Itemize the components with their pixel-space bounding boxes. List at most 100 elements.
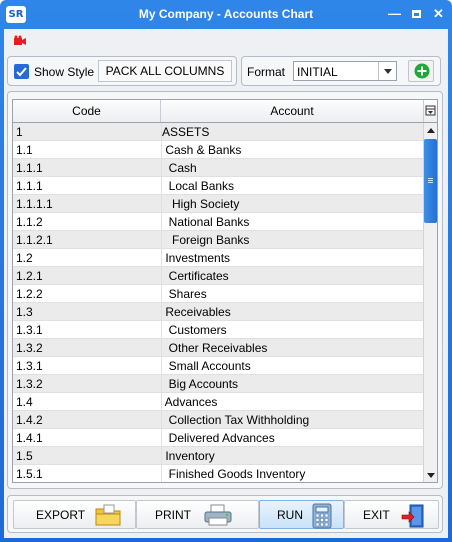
table-row[interactable]: 1.1.2 National Banks <box>13 213 423 231</box>
table-row[interactable]: 1.3.1 Customers <box>13 321 423 339</box>
account-cell[interactable]: Inventory <box>161 447 422 464</box>
format-label: Format <box>247 65 286 79</box>
scroll-up-icon[interactable] <box>424 123 437 137</box>
table-row[interactable]: 1 ASSETS <box>13 123 423 141</box>
account-cell[interactable]: Small Accounts <box>161 357 422 374</box>
account-cell[interactable]: Shares <box>161 285 422 302</box>
maximize-icon[interactable] <box>408 5 425 22</box>
table-row[interactable]: 1.3 Receivables <box>13 303 423 321</box>
export-button[interactable]: EXPORT <box>13 500 136 529</box>
account-cell[interactable]: Customers <box>161 321 422 338</box>
account-cell[interactable]: Advances <box>161 393 422 410</box>
table-row[interactable]: 1.1.1.1 High Society <box>13 195 423 213</box>
code-cell[interactable]: 1.2.1 <box>16 267 158 285</box>
code-cell[interactable]: 1.4.2 <box>16 411 158 429</box>
table-row[interactable]: 1.1.2.1 Foreign Banks <box>13 231 423 249</box>
run-label: RUN <box>277 508 303 522</box>
account-cell[interactable]: Other Receivables <box>161 339 422 356</box>
column-header-code[interactable]: Code <box>13 100 161 122</box>
account-cell[interactable]: Cash <box>161 159 422 176</box>
table-row[interactable]: 1.4.2 Collection Tax Withholding <box>13 411 423 429</box>
action-bar: EXPORT PRINT RUN EXIT <box>7 495 443 533</box>
title-bar[interactable]: SR My Company - Accounts Chart — ✕ <box>0 0 452 29</box>
vertical-scrollbar[interactable] <box>423 123 437 482</box>
grid-panel: Code Account 1 ASSETS 1.1 Cash & Banks 1.1.… <box>7 91 443 489</box>
pack-all-columns-button[interactable]: PACK ALL COLUMNS <box>98 60 232 82</box>
table-row[interactable]: 1.5 Inventory <box>13 447 423 465</box>
format-select[interactable]: INITIAL <box>293 61 397 81</box>
code-cell[interactable]: 1.2.2 <box>16 285 158 303</box>
printer-icon <box>204 504 232 526</box>
print-label: PRINT <box>155 508 191 522</box>
code-cell[interactable]: 1.1.1.1 <box>16 195 158 213</box>
grid-body: 1 ASSETS 1.1 Cash & Banks 1.1.1 Cash 1.1.1 L… <box>13 123 423 482</box>
print-button[interactable]: PRINT <box>136 500 259 529</box>
code-cell[interactable]: 1.3.1 <box>16 321 158 339</box>
code-cell[interactable]: 1.1.1 <box>16 177 158 195</box>
table-row[interactable]: 1.2.2 Shares <box>13 285 423 303</box>
code-cell[interactable]: 1.3.2 <box>16 375 158 393</box>
account-cell[interactable]: Foreign Banks <box>161 231 422 248</box>
code-cell[interactable]: 1.5.1 <box>16 465 158 482</box>
code-cell[interactable]: 1.1.2 <box>16 213 158 231</box>
run-button[interactable]: RUN <box>259 500 344 529</box>
account-cell[interactable]: Collection Tax Withholding <box>161 411 422 428</box>
scroll-down-icon[interactable] <box>424 468 437 482</box>
account-cell[interactable]: Cash & Banks <box>161 141 422 158</box>
code-cell[interactable]: 1.1.1 <box>16 159 158 177</box>
export-label: EXPORT <box>36 508 86 522</box>
account-cell[interactable]: Big Accounts <box>161 375 422 392</box>
table-row[interactable]: 1.1.1 Cash <box>13 159 423 177</box>
code-cell[interactable]: 1.4 <box>16 393 158 411</box>
chevron-down-icon[interactable] <box>378 62 396 80</box>
table-row[interactable]: 1.3.2 Other Receivables <box>13 339 423 357</box>
table-row[interactable]: 1.5.1 Finished Goods Inventory <box>13 465 423 482</box>
format-panel: Format INITIAL <box>241 56 441 86</box>
code-cell[interactable]: 1.3.1 <box>16 357 158 375</box>
code-cell[interactable]: 1 <box>16 123 158 141</box>
show-style-label: Show Style <box>34 65 95 79</box>
account-cell[interactable]: National Banks <box>161 213 422 230</box>
minimize-icon[interactable]: — <box>386 5 403 22</box>
code-cell[interactable]: 1.4.1 <box>16 429 158 447</box>
grid-header: Code Account <box>13 100 437 123</box>
code-cell[interactable]: 1.1.2.1 <box>16 231 158 249</box>
close-icon[interactable]: ✕ <box>430 5 447 22</box>
account-cell[interactable]: Certificates <box>161 267 422 284</box>
client-area: Show Style PACK ALL COLUMNS Format INITI… <box>4 29 448 538</box>
table-row[interactable]: 1.4 Advances <box>13 393 423 411</box>
column-menu-icon[interactable] <box>424 100 437 122</box>
table-row[interactable]: 1.4.1 Delivered Advances <box>13 429 423 447</box>
table-row[interactable]: 1.2.1 Certificates <box>13 267 423 285</box>
account-cell[interactable]: ASSETS <box>161 123 422 140</box>
folder-icon <box>95 504 121 526</box>
code-cell[interactable]: 1.3.2 <box>16 339 158 357</box>
account-cell[interactable]: High Society <box>161 195 422 212</box>
app-window: SR My Company - Accounts Chart — ✕ Show … <box>0 0 452 542</box>
account-cell[interactable]: Receivables <box>161 303 422 320</box>
account-cell[interactable]: Delivered Advances <box>161 429 422 446</box>
exit-button[interactable]: EXIT <box>344 500 439 529</box>
show-style-checkbox[interactable] <box>14 64 29 79</box>
camera-icon[interactable] <box>13 35 27 47</box>
add-format-button[interactable] <box>408 60 434 82</box>
table-row[interactable]: 1.1 Cash & Banks <box>13 141 423 159</box>
account-cell[interactable]: Finished Goods Inventory <box>161 465 422 482</box>
code-cell[interactable]: 1.5 <box>16 447 158 465</box>
code-cell[interactable]: 1.1 <box>16 141 158 159</box>
table-row[interactable]: 1.2 Investments <box>13 249 423 267</box>
code-cell[interactable]: 1.3 <box>16 303 158 321</box>
code-cell[interactable]: 1.2 <box>16 249 158 267</box>
column-header-account[interactable]: Account <box>161 100 424 122</box>
accounts-grid[interactable]: Code Account 1 ASSETS 1.1 Cash & Banks 1.1.… <box>12 99 438 483</box>
account-cell[interactable]: Investments <box>161 249 422 266</box>
table-row[interactable]: 1.1.1 Local Banks <box>13 177 423 195</box>
add-icon <box>414 63 430 79</box>
window-title: My Company - Accounts Chart <box>138 7 314 21</box>
scrollbar-thumb[interactable] <box>424 139 437 223</box>
options-panel: Show Style PACK ALL COLUMNS <box>7 56 237 86</box>
table-row[interactable]: 1.3.2 Big Accounts <box>13 375 423 393</box>
calculator-icon <box>312 503 332 529</box>
account-cell[interactable]: Local Banks <box>161 177 422 194</box>
table-row[interactable]: 1.3.1 Small Accounts <box>13 357 423 375</box>
